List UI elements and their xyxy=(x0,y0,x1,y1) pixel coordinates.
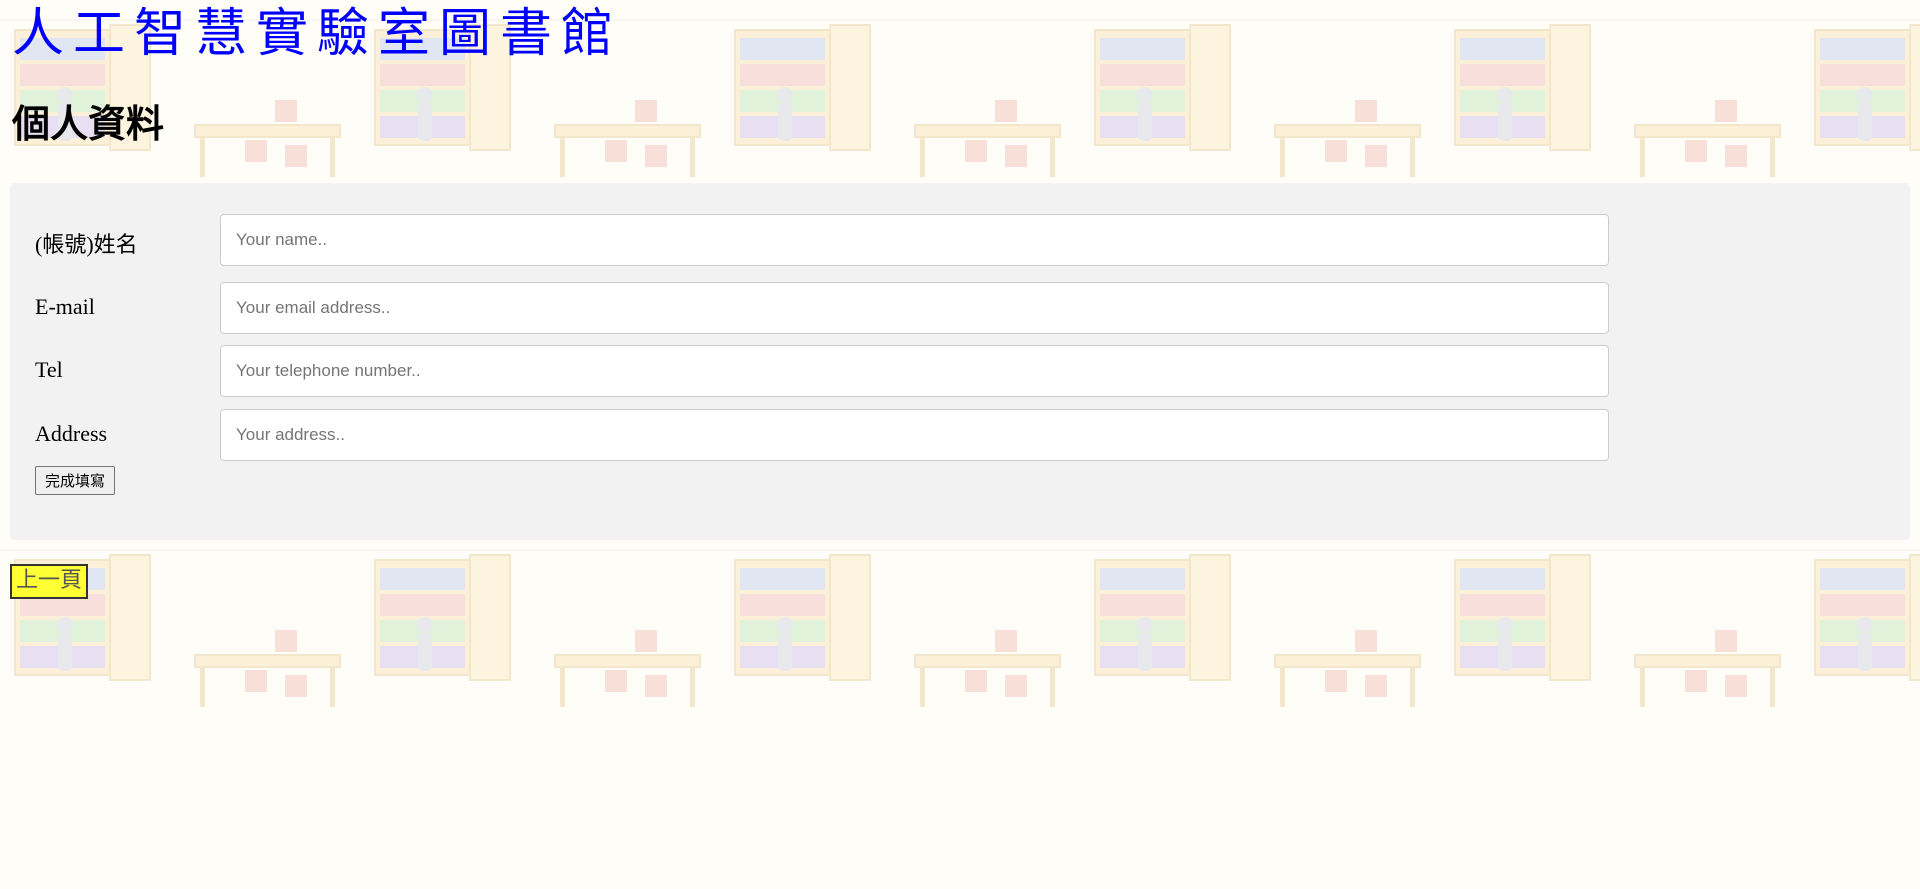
page-heading: 個人資料 xyxy=(12,102,165,146)
profile-form: (帳號)姓名 E-mail Tel Address 完成填寫 xyxy=(10,183,1910,540)
email-input[interactable] xyxy=(220,282,1609,334)
back-link[interactable]: 上一頁 xyxy=(10,564,89,599)
name-input[interactable] xyxy=(220,214,1609,266)
address-input[interactable] xyxy=(220,409,1609,461)
address-label: Address xyxy=(35,421,108,446)
name-label: (帳號)姓名 xyxy=(35,232,138,257)
email-label: E-mail xyxy=(35,294,95,319)
submit-button[interactable]: 完成填寫 xyxy=(35,466,116,495)
tel-label: Tel xyxy=(35,357,63,382)
tel-input[interactable] xyxy=(220,345,1609,397)
site-title: 人工智慧實驗室圖書館 xyxy=(12,4,623,64)
